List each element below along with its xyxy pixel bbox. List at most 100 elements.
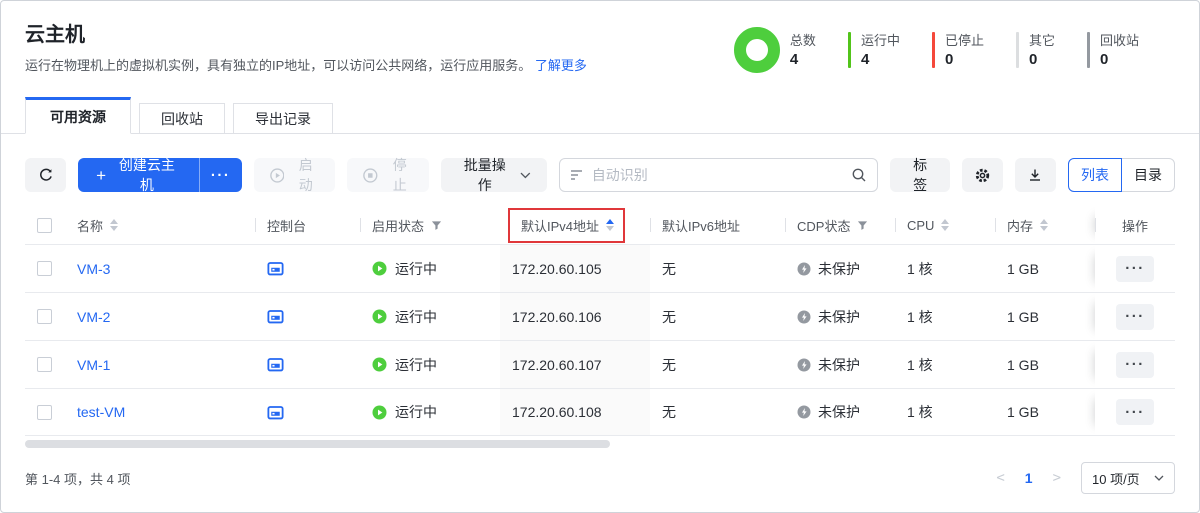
running-indicator-bar (848, 32, 851, 68)
page-size-select[interactable]: 10 项/页 (1081, 462, 1175, 494)
settings-button[interactable] (962, 158, 1003, 192)
cpu-value: 1 核 (907, 402, 933, 422)
tag-label: 标签 (906, 155, 933, 195)
column-header-cpu[interactable]: CPU (895, 206, 995, 244)
chevron-down-icon (520, 172, 531, 179)
cpu-value: 1 核 (907, 307, 933, 327)
ellipsis-icon: ··· (1125, 357, 1145, 372)
start-label: 启动 (292, 155, 319, 195)
row-checkbox[interactable] (37, 357, 52, 372)
column-header-console: 控制台 (255, 206, 360, 244)
filter-icon[interactable] (431, 220, 442, 231)
learn-more-link[interactable]: 了解更多 (535, 58, 587, 73)
next-page-button[interactable]: > (1053, 470, 1061, 486)
search-icon[interactable] (851, 167, 867, 183)
column-label: 名称 (77, 216, 103, 235)
stat-value: 0 (945, 51, 984, 68)
play-circle-icon (270, 168, 285, 183)
column-label: 操作 (1122, 216, 1148, 235)
row-actions-button[interactable]: ··· (1116, 304, 1154, 330)
stop-button[interactable]: 停止 (347, 158, 429, 192)
stat-label: 总数 (790, 33, 816, 48)
running-status-icon (372, 357, 387, 372)
vm-name-link[interactable]: VM-1 (77, 357, 110, 373)
create-vm-button[interactable]: + 创建云主机 (78, 158, 199, 192)
column-header-cdp: CDP状态 (785, 206, 895, 244)
vm-name-link[interactable]: VM-3 (77, 261, 110, 277)
memory-value: 1 GB (1007, 404, 1039, 420)
memory-value: 1 GB (1007, 261, 1039, 277)
catalog-view-button[interactable]: 目录 (1121, 158, 1175, 192)
tab-bar: 可用资源 回收站 导出记录 (1, 97, 1199, 134)
vm-name-link[interactable]: test-VM (77, 404, 125, 420)
row-actions-button[interactable]: ··· (1116, 352, 1154, 378)
create-split-button: + 创建云主机 ··· (78, 158, 241, 192)
ipv4-address: 172.20.60.108 (512, 404, 602, 420)
ellipsis-icon: ··· (1125, 309, 1145, 324)
sort-icon[interactable] (110, 219, 118, 231)
memory-value: 1 GB (1007, 309, 1039, 325)
status-summary: 总数 4 运行中 4 已停止 0 (734, 27, 1139, 73)
prev-page-button[interactable]: < (996, 470, 1004, 486)
tab-recycle-bin[interactable]: 回收站 (139, 103, 225, 133)
select-all-checkbox[interactable] (37, 218, 52, 233)
ipv6-address: 无 (662, 307, 676, 327)
cdp-unprotected-icon (797, 310, 811, 324)
page-size-value: 10 项/页 (1092, 469, 1140, 488)
running-status-icon (372, 261, 387, 276)
column-label: CDP状态 (797, 216, 850, 235)
cpu-value: 1 核 (907, 259, 933, 279)
start-button[interactable]: 启动 (254, 158, 336, 192)
stat-label: 其它 (1029, 33, 1055, 48)
console-icon[interactable] (267, 308, 284, 325)
scrollbar-thumb[interactable] (25, 440, 610, 448)
console-icon[interactable] (267, 356, 284, 373)
sort-icon[interactable] (1040, 219, 1048, 231)
description-text: 运行在物理机上的虚拟机实例，具有独立的IP地址，可以访问公共网络，运行应用服务。 (25, 58, 531, 73)
current-page[interactable]: 1 (1025, 470, 1033, 486)
cdp-unprotected-icon (797, 262, 811, 276)
ipv4-address: 172.20.60.105 (512, 261, 602, 277)
sort-icon[interactable] (941, 219, 949, 231)
console-icon[interactable] (267, 404, 284, 421)
export-button[interactable] (1015, 158, 1056, 192)
tab-export-records[interactable]: 导出记录 (233, 103, 333, 133)
row-actions-button[interactable]: ··· (1116, 256, 1154, 282)
ipv6-address: 无 (662, 355, 676, 375)
row-checkbox[interactable] (37, 261, 52, 276)
table-row: VM-1 运行中 172.20.60.107 无 (25, 340, 1175, 388)
create-more-button[interactable]: ··· (199, 158, 242, 192)
total-donut-chart (734, 27, 780, 73)
column-header-actions: 操作 (1095, 206, 1175, 244)
filter-icon[interactable] (857, 220, 868, 231)
stat-value: 0 (1029, 51, 1055, 68)
stat-total: 总数 4 (734, 27, 816, 73)
list-view-button[interactable]: 列表 (1068, 158, 1122, 192)
stat-label: 已停止 (945, 33, 984, 48)
refresh-button[interactable] (25, 158, 66, 192)
cdp-unprotected-icon (797, 358, 811, 372)
stat-other: 其它 0 (1016, 32, 1055, 68)
sort-icon-active-asc[interactable] (606, 219, 614, 231)
row-actions-button[interactable]: ··· (1116, 399, 1154, 425)
view-switcher: 列表 目录 (1068, 158, 1175, 192)
tag-button[interactable]: 标签 (890, 158, 949, 192)
stat-value: 4 (790, 51, 816, 68)
other-indicator-bar (1016, 32, 1019, 68)
tab-available-resources[interactable]: 可用资源 (25, 97, 131, 134)
batch-actions-button[interactable]: 批量操作 (441, 158, 546, 192)
column-header-memory[interactable]: 内存 (995, 206, 1095, 244)
column-label: CPU (907, 218, 934, 233)
cdp-unprotected-icon (797, 405, 811, 419)
row-checkbox[interactable] (37, 405, 52, 420)
vm-name-link[interactable]: VM-2 (77, 309, 110, 325)
toolbar: + 创建云主机 ··· 启动 停止 (25, 158, 1175, 192)
stat-label: 运行中 (861, 33, 900, 48)
search-input[interactable] (592, 167, 844, 183)
column-header-name[interactable]: 名称 (65, 206, 255, 244)
console-icon[interactable] (267, 260, 284, 277)
cpu-value: 1 核 (907, 355, 933, 375)
cdp-status-text: 未保护 (818, 402, 860, 422)
filter-lines-icon (570, 169, 584, 181)
row-checkbox[interactable] (37, 309, 52, 324)
